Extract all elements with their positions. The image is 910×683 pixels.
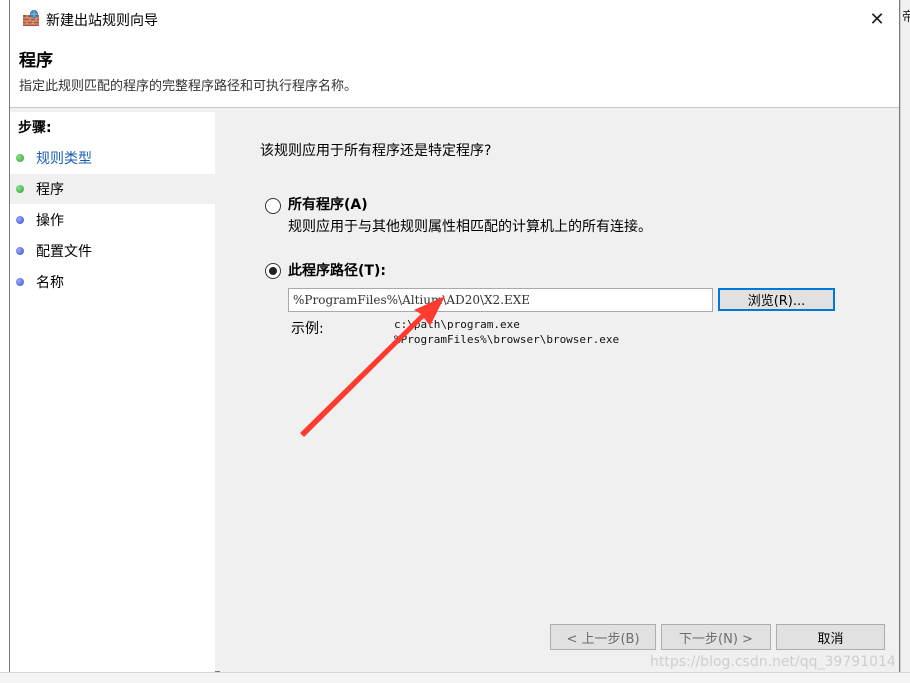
content-panel: 该规则应用于所有程序还是特定程序? 所有程序(A) 规则应用于与其他规则属性相匹…	[220, 112, 899, 672]
all-programs-radio[interactable]	[265, 198, 281, 214]
all-programs-label[interactable]: 所有程序(A)	[288, 194, 368, 214]
step-status-dot-icon	[16, 278, 24, 286]
step-profile[interactable]: 配置文件	[10, 236, 215, 266]
close-icon: ✕	[869, 8, 885, 30]
background-window-bottom	[0, 672, 910, 683]
browse-button[interactable]: 浏览(R)...	[718, 288, 835, 311]
wizard-dialog: 新建出站规则向导 ✕ 程序 指定此规则匹配的程序的完整程序路径和可执行程序名称。…	[9, 0, 900, 672]
step-status-dot-icon	[16, 185, 24, 193]
step-label: 规则类型	[36, 151, 92, 167]
step-status-dot-icon	[16, 216, 24, 224]
close-button[interactable]: ✕	[855, 0, 899, 38]
next-button[interactable]: 下一步(N) >	[661, 624, 771, 650]
program-path-input[interactable]: %ProgramFiles%\Altium\AD20\X2.EXE	[288, 288, 713, 312]
step-program[interactable]: 程序	[10, 174, 215, 204]
all-programs-description: 规则应用于与其他规则属性相匹配的计算机上的所有连接。	[288, 219, 652, 235]
step-label: 程序	[36, 182, 64, 198]
page-title: 程序	[19, 51, 53, 71]
steps-heading: 步骤:	[18, 120, 52, 136]
firewall-app-icon	[23, 10, 39, 26]
cancel-button[interactable]: 取消	[776, 624, 885, 650]
watermark: https://blog.csdn.net/qq_39791014	[650, 654, 896, 670]
example-path-2: %ProgramFiles%\browser\browser.exe	[394, 333, 620, 346]
page-description: 指定此规则匹配的程序的完整程序路径和可执行程序名称。	[19, 79, 358, 94]
back-button[interactable]: < 上一步(B)	[550, 624, 656, 650]
step-label: 配置文件	[36, 244, 92, 260]
background-window-strip: 帝	[900, 0, 910, 683]
step-status-dot-icon	[16, 247, 24, 255]
step-label: 操作	[36, 213, 64, 229]
step-label: 名称	[36, 275, 64, 291]
background-text-fragment: 帝	[902, 10, 910, 25]
steps-panel: 步骤: 规则类型 程序 操作 配置文件 名称	[10, 112, 215, 672]
program-path-label[interactable]: 此程序路径(T):	[288, 260, 386, 280]
step-action[interactable]: 操作	[10, 205, 215, 235]
page-header: 程序 指定此规则匹配的程序的完整程序路径和可执行程序名称。	[10, 40, 899, 108]
step-rule-type[interactable]: 规则类型	[10, 143, 215, 173]
example-path-1: c:\path\program.exe	[394, 318, 520, 331]
step-name[interactable]: 名称	[10, 267, 215, 297]
example-label: 示例:	[291, 321, 324, 337]
program-path-radio[interactable]	[265, 263, 281, 279]
question-text: 该规则应用于所有程序还是特定程序?	[260, 143, 492, 159]
window-title: 新建出站规则向导	[46, 13, 158, 29]
step-status-dot-icon	[16, 154, 24, 162]
title-bar: 新建出站规则向导 ✕	[10, 0, 899, 40]
